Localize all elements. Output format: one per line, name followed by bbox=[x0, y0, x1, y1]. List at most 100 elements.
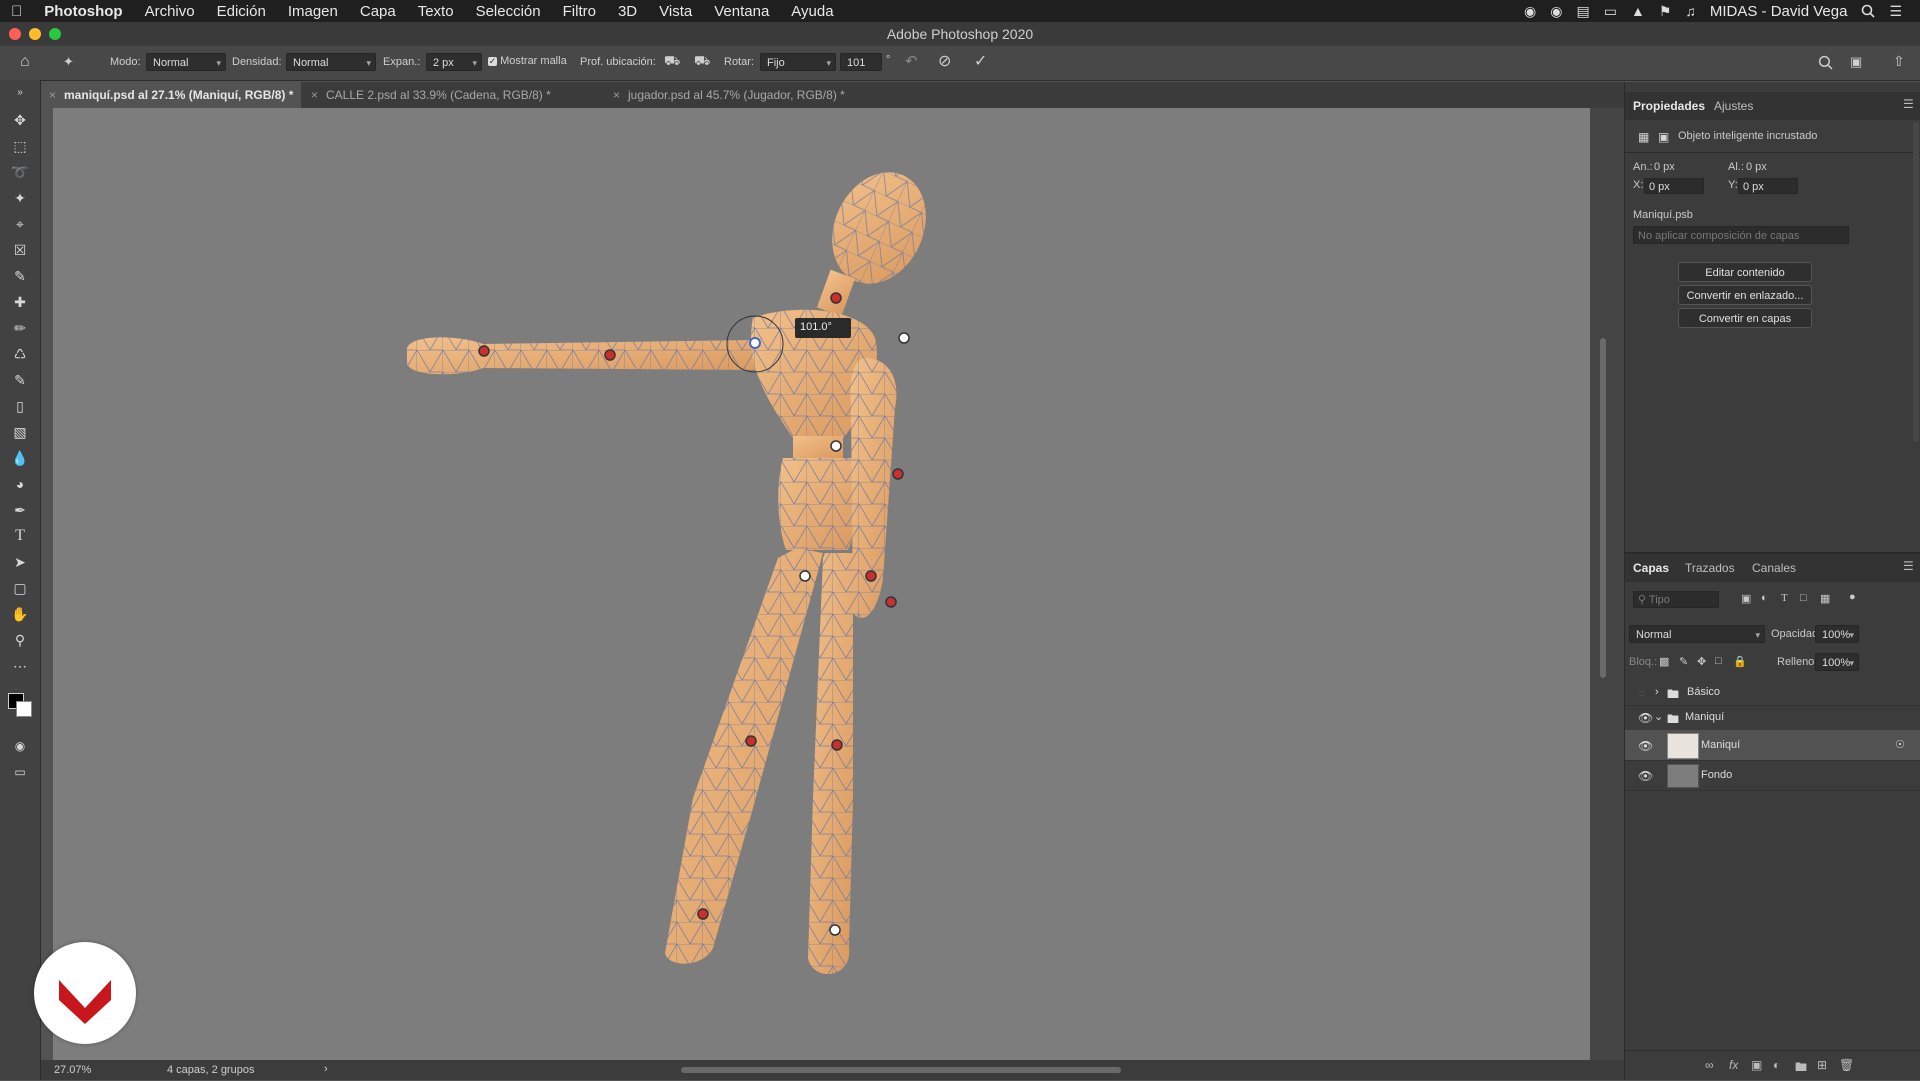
layer-filter-input[interactable]: ⚲ Tipo bbox=[1633, 591, 1719, 608]
dodge-tool-icon[interactable]: ◕ bbox=[10, 474, 30, 494]
lasso-tool-icon[interactable]: ➰ bbox=[10, 162, 30, 182]
tab-channels[interactable]: Canales bbox=[1752, 561, 1796, 575]
background-color-swatch[interactable] bbox=[16, 701, 32, 717]
hand-tool-icon[interactable]: ✋ bbox=[10, 604, 30, 624]
filter-pixel-icon[interactable]: ▣ bbox=[1741, 592, 1751, 605]
panel-menu-icon[interactable]: ☰ bbox=[1903, 97, 1914, 111]
link-layers-icon[interactable]: ∞ bbox=[1705, 1058, 1714, 1072]
lock-all-icon[interactable]: 🔒 bbox=[1733, 655, 1747, 668]
mode-select[interactable]: Normal ▾ bbox=[146, 53, 226, 71]
marquee-tool-icon[interactable]: ⬚ bbox=[10, 136, 30, 156]
expand-input[interactable]: 2 px ▾ bbox=[426, 53, 482, 71]
eraser-tool-icon[interactable]: ▯ bbox=[10, 396, 30, 416]
stamp-tool-icon[interactable]: ♺ bbox=[10, 344, 30, 364]
pin-forward-icon[interactable]: ⛟ bbox=[664, 53, 680, 71]
blend-mode-select[interactable]: Normal ▾ bbox=[1629, 625, 1765, 643]
brush-tool-icon[interactable]: ✏ bbox=[10, 318, 30, 338]
user-name[interactable]: MIDAS - David Vega bbox=[1710, 3, 1848, 20]
adjustment-layer-icon[interactable]: ◐ bbox=[1773, 1058, 1780, 1072]
y-input[interactable]: 0 px bbox=[1738, 178, 1798, 194]
visibility-on-icon[interactable]: 👁 bbox=[1638, 769, 1653, 783]
layer-style-icon[interactable]: fx bbox=[1729, 1058, 1738, 1072]
quick-mask-icon[interactable]: ◉ bbox=[10, 736, 30, 756]
record-icon[interactable]: ◉ bbox=[1524, 3, 1536, 20]
crop-tool-icon[interactable]: ⌖ bbox=[10, 214, 30, 234]
layers-panel-menu-icon[interactable]: ☰ bbox=[1903, 559, 1914, 573]
convert-to-layers-button[interactable]: Convertir en capas bbox=[1678, 308, 1812, 328]
spotlight-search-icon[interactable] bbox=[1861, 4, 1876, 18]
zoom-tool-icon[interactable]: ⚲ bbox=[10, 630, 30, 650]
menu-vista[interactable]: Vista bbox=[648, 3, 703, 20]
magic-wand-tool-icon[interactable]: ✦ bbox=[10, 188, 30, 208]
healing-tool-icon[interactable]: ✚ bbox=[10, 292, 30, 312]
smart-filter-icon[interactable]: ☉ bbox=[1895, 738, 1905, 751]
height-value[interactable]: 0 px bbox=[1746, 161, 1767, 173]
menu-texto[interactable]: Texto bbox=[407, 3, 465, 20]
close-window-button[interactable] bbox=[9, 28, 21, 40]
blur-tool-icon[interactable]: 💧 bbox=[10, 448, 30, 468]
share-icon[interactable]: ⇧ bbox=[1893, 53, 1905, 70]
tab-adjustments[interactable]: Ajustes bbox=[1714, 99, 1753, 113]
new-group-icon[interactable]: 🖿 bbox=[1795, 1058, 1807, 1079]
tab-maniqui[interactable]: × maniquí.psd al 27.1% (Maniquí, RGB/8) * bbox=[41, 82, 301, 108]
visibility-off-icon[interactable]: ○ bbox=[1638, 686, 1645, 700]
type-tool-icon[interactable]: T bbox=[10, 526, 30, 546]
tab-jugador[interactable]: × jugador.psd al 45.7% (Jugador, RGB/8) * bbox=[605, 82, 865, 108]
notification-center-icon[interactable]: ☰ bbox=[1889, 3, 1902, 20]
more-tools-icon[interactable]: ⋯ bbox=[10, 656, 30, 676]
delete-layer-icon[interactable]: 🗑 bbox=[1839, 1058, 1854, 1072]
density-select[interactable]: Normal ▾ bbox=[286, 53, 376, 71]
menu-filtro[interactable]: Filtro bbox=[552, 3, 607, 20]
move-tool-icon[interactable]: ✥ bbox=[10, 110, 30, 130]
menu-ventana[interactable]: Ventana bbox=[703, 3, 780, 20]
vertical-scroll-thumb[interactable] bbox=[1600, 338, 1606, 678]
pin-backward-icon[interactable]: ⛟ bbox=[694, 53, 710, 71]
add-mask-icon[interactable]: ▣ bbox=[1751, 1058, 1762, 1072]
document-info[interactable]: 4 capas, 2 grupos bbox=[167, 1064, 254, 1076]
horizontal-scroll-thumb[interactable] bbox=[681, 1067, 1121, 1073]
layer-row-basico[interactable]: ○ › 🖿 Básico bbox=[1625, 680, 1920, 706]
menu-archivo[interactable]: Archivo bbox=[134, 3, 206, 20]
menu-app-name[interactable]: Photoshop bbox=[33, 3, 133, 20]
pen-tool-icon[interactable]: ✒ bbox=[10, 500, 30, 520]
filter-toggle-icon[interactable]: ● bbox=[1849, 591, 1856, 603]
lock-pixels-icon[interactable]: ✎ bbox=[1679, 655, 1688, 668]
tab-properties[interactable]: Propiedades bbox=[1633, 99, 1705, 113]
new-layer-icon[interactable]: ⊞ bbox=[1817, 1058, 1827, 1072]
creative-cloud-icon[interactable]: ◉ bbox=[1550, 3, 1562, 20]
menu-seleccion[interactable]: Selección bbox=[465, 3, 552, 20]
cancel-transform-icon[interactable]: ⊘ bbox=[938, 51, 951, 71]
status-chevron-icon[interactable]: › bbox=[324, 1063, 328, 1075]
menu-capa[interactable]: Capa bbox=[349, 3, 407, 20]
collapse-toolbar-icon[interactable]: » bbox=[10, 83, 30, 103]
group-collapse-icon[interactable]: ⌄ bbox=[1654, 710, 1663, 723]
layer-row-maniqui-group[interactable]: 👁 ⌄ 🖿 Maniquí bbox=[1625, 705, 1920, 731]
wifi-icon[interactable]: ▲ bbox=[1631, 3, 1645, 19]
home-icon[interactable]: ⌂ bbox=[20, 53, 30, 71]
menu-edicion[interactable]: Edición bbox=[206, 3, 277, 20]
layer-row-fondo[interactable]: 👁 Fondo bbox=[1625, 760, 1920, 791]
x-input[interactable]: 0 px bbox=[1644, 178, 1704, 194]
rotate-degrees-input[interactable]: 101 bbox=[840, 53, 882, 71]
group-expand-icon[interactable]: › bbox=[1655, 686, 1659, 698]
puppet-pin-icon[interactable]: ✦ bbox=[63, 54, 74, 70]
properties-scrollbar[interactable] bbox=[1913, 122, 1919, 442]
close-tab-icon[interactable]: × bbox=[613, 88, 620, 102]
lock-artboard-icon[interactable]: □ bbox=[1715, 655, 1722, 667]
fill-input[interactable]: 100% ▾ bbox=[1815, 653, 1859, 671]
workspace-icon[interactable]: ▣ bbox=[1850, 54, 1862, 70]
close-tab-icon[interactable]: × bbox=[49, 88, 56, 102]
menu-imagen[interactable]: Imagen bbox=[277, 3, 349, 20]
tab-layers[interactable]: Capas bbox=[1633, 561, 1669, 575]
convert-to-linked-button[interactable]: Convertir en enlazado... bbox=[1678, 285, 1812, 305]
visibility-on-icon[interactable]: 👁 bbox=[1638, 739, 1653, 753]
edit-contents-button[interactable]: Editar contenido bbox=[1678, 262, 1812, 282]
menu-3d[interactable]: 3D bbox=[607, 3, 648, 20]
tab-paths[interactable]: Trazados bbox=[1685, 561, 1735, 575]
width-value[interactable]: 0 px bbox=[1654, 161, 1675, 173]
vertical-scrollbar[interactable] bbox=[1590, 108, 1624, 1060]
frame-tool-icon[interactable]: ☒ bbox=[10, 240, 30, 260]
history-brush-tool-icon[interactable]: ✎ bbox=[10, 370, 30, 390]
zoom-window-button[interactable] bbox=[49, 28, 61, 40]
eyedropper-tool-icon[interactable]: ✎ bbox=[10, 266, 30, 286]
